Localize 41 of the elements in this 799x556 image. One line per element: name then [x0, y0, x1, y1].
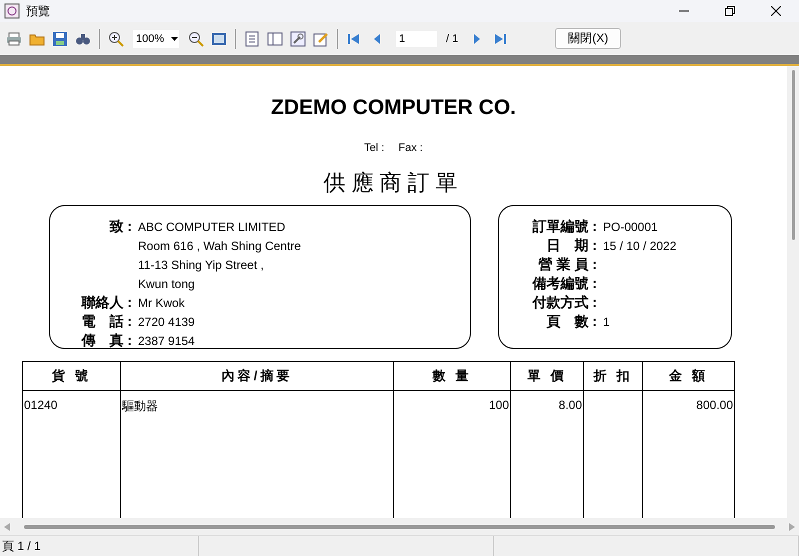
column-header: 折 扣	[584, 362, 642, 390]
field-label: 電 話 :	[81, 312, 132, 328]
field-value: ABC COMPUTER LIMITED	[138, 220, 286, 234]
close-preview-button[interactable]: 關閉(X)	[555, 28, 622, 49]
column-header: 金 額	[642, 362, 734, 390]
column-header: 數 量	[394, 362, 510, 390]
field-value: PO-00001	[603, 220, 658, 234]
field-label: 付款方式 :	[532, 294, 597, 310]
page-total: / 1	[446, 32, 458, 44]
company-name: ZDEMO COMPUTER CO.	[271, 96, 516, 120]
field-label: 傳 真 :	[81, 332, 132, 348]
field-label: 訂單編號 :	[532, 218, 597, 234]
status-text: 頁 1 / 1	[0, 536, 199, 556]
wrench-icon[interactable]	[288, 28, 308, 48]
field-label: 備考編號 :	[532, 274, 597, 290]
zoom-select[interactable]: 100%	[133, 30, 179, 48]
caret-icon[interactable]	[171, 36, 179, 40]
field-value: 2387 9154	[138, 334, 195, 348]
field-value: 1	[603, 314, 610, 328]
column-header: 單 價	[510, 362, 584, 390]
app-icon	[4, 3, 20, 19]
field-value: Mr Kwok	[138, 296, 185, 310]
contact-label: Tel :	[364, 142, 384, 154]
column-header: 內容/摘要	[120, 362, 394, 390]
maximize-icon[interactable]	[725, 6, 735, 16]
field-label: 致 :	[109, 218, 132, 234]
field-value: Room 616 , Wah Shing Centre	[138, 238, 301, 252]
close-icon[interactable]	[771, 6, 781, 16]
page-number-field[interactable]: 1	[396, 30, 437, 46]
contact-label: Fax :	[398, 142, 423, 154]
field-value: 2720 4139	[138, 314, 195, 328]
column-header: 貨 號	[22, 362, 120, 390]
field-label: 聯絡人 :	[81, 294, 132, 310]
field-label: 日 期 :	[546, 236, 597, 252]
field-label: 頁 數 :	[546, 312, 597, 328]
field-value: Kwun tong	[138, 276, 195, 290]
field-label: 營 業 員 :	[538, 256, 597, 272]
field-value: 11-13 Shing Yip Street ,	[138, 258, 264, 272]
window-title: 預覽	[26, 2, 51, 20]
field-value: 15 / 10 / 2022	[603, 238, 676, 252]
report-title: 供應商訂單	[324, 170, 464, 198]
